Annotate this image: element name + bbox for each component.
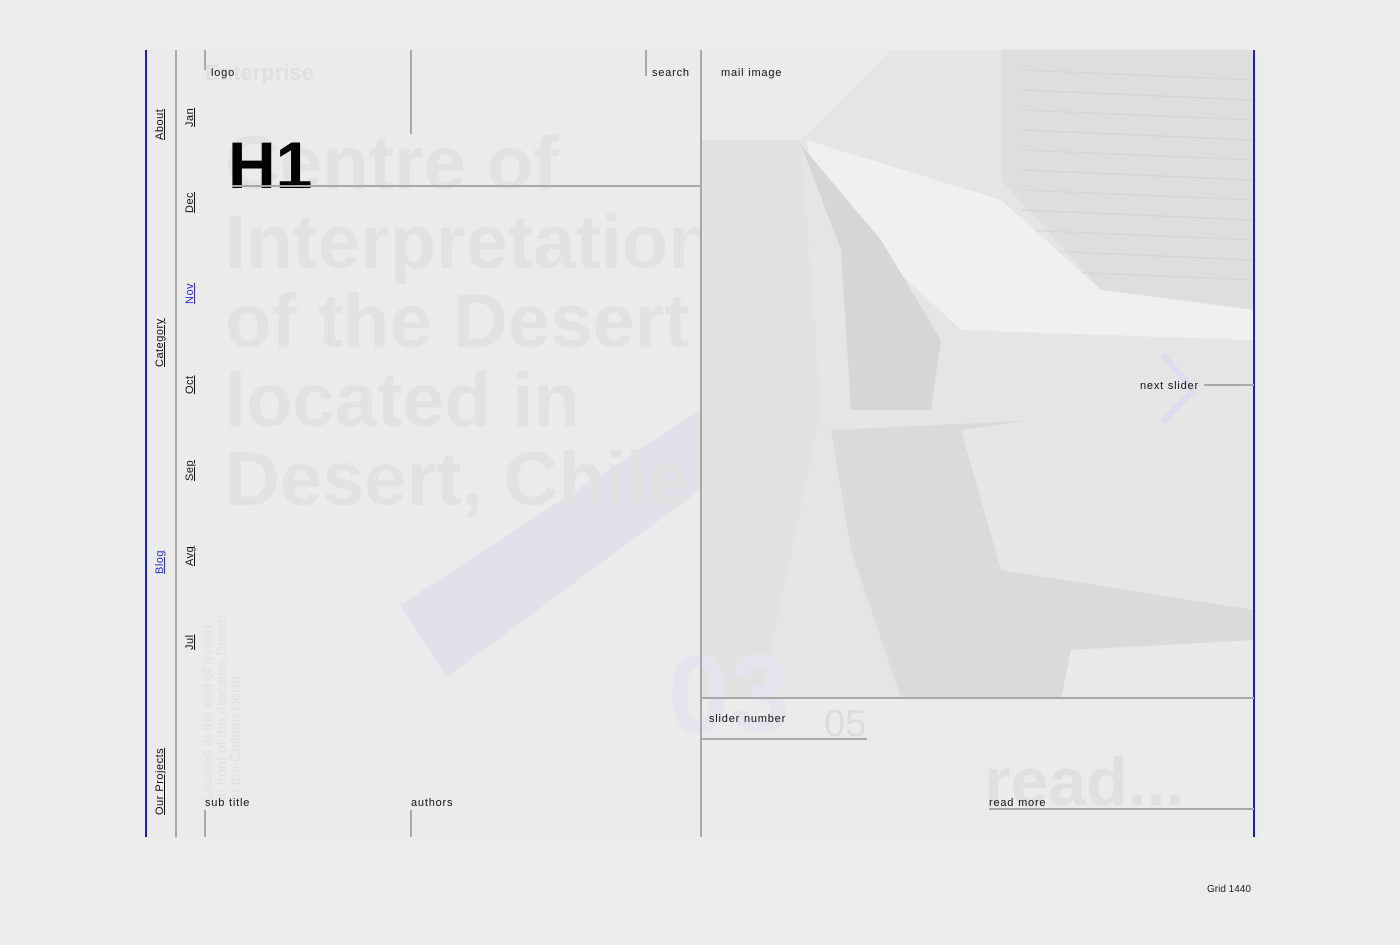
- guide-line: [701, 738, 867, 740]
- guide-line: [204, 810, 206, 837]
- guide-line: [175, 50, 177, 837]
- nav-item-blog[interactable]: Blog: [154, 550, 166, 574]
- guide-line: [645, 50, 647, 76]
- month-jul[interactable]: Jul: [184, 634, 196, 650]
- guide-line: [410, 50, 412, 134]
- guide-line: [701, 697, 1254, 699]
- read-more-link[interactable]: read more: [989, 797, 1046, 809]
- authors-label: authors: [411, 797, 454, 809]
- month-sep[interactable]: Sep: [184, 460, 196, 481]
- slider-current-ghost: 03: [668, 633, 791, 756]
- guide-line: [700, 50, 702, 837]
- grid-margin-left: [145, 50, 147, 837]
- ghost-description: Located at the end of a road in front of …: [199, 614, 243, 800]
- grid-label: Grid 1440: [1207, 884, 1251, 895]
- slider-number-label: slider number: [709, 713, 787, 725]
- month-nov[interactable]: Nov: [184, 283, 196, 304]
- nav-item-about[interactable]: About: [154, 109, 166, 140]
- nav-item-category[interactable]: Category: [154, 318, 166, 367]
- next-slider-button[interactable]: next slider: [1140, 380, 1199, 392]
- month-dec[interactable]: Dec: [184, 192, 196, 213]
- grid-margin-right: [1253, 50, 1255, 837]
- slider-image: [701, 50, 1254, 698]
- nav-item-our-projects[interactable]: Our Projects: [154, 748, 166, 815]
- next-slider-line: [1204, 384, 1254, 386]
- month-oct[interactable]: Oct: [184, 375, 196, 394]
- guide-line: [204, 50, 206, 70]
- logo[interactable]: logo: [211, 67, 235, 79]
- h1-underline: [232, 185, 701, 187]
- h1-label: H1: [228, 128, 313, 202]
- search-button[interactable]: search: [652, 67, 690, 79]
- sub-title-label: sub title: [205, 797, 251, 809]
- guide-line: [410, 810, 412, 837]
- month-avg[interactable]: Avg: [184, 546, 196, 566]
- month-jan[interactable]: Jan: [184, 108, 196, 127]
- mail-image-label: mail image: [721, 67, 783, 79]
